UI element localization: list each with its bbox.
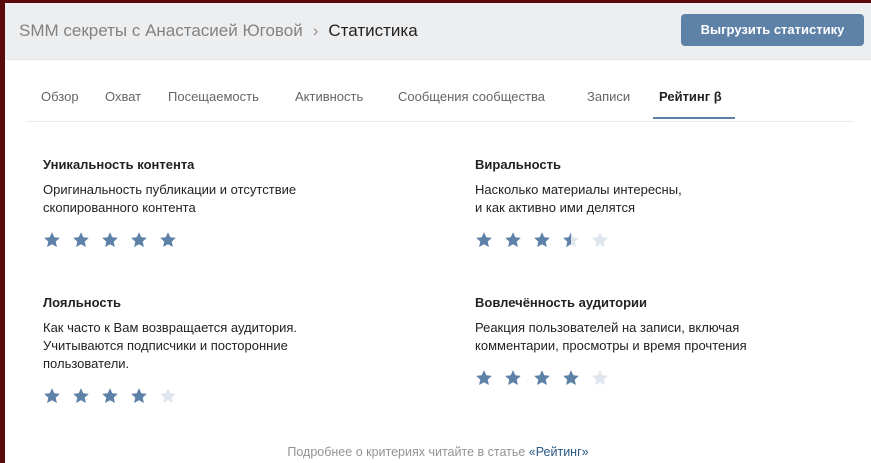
rating-title: Лояльность xyxy=(43,295,121,310)
footer-text: Подробнее о критериях читайте в статье xyxy=(287,445,529,459)
star-icon xyxy=(73,388,89,403)
tab-overview[interactable]: Обзор xyxy=(41,89,79,105)
star-icon xyxy=(476,232,492,247)
rating-loyalty: Лояльность Как часто к Вам возвращается … xyxy=(43,295,423,373)
breadcrumb-current: Статистика xyxy=(328,21,418,40)
star-icon xyxy=(592,370,608,385)
page-header: SMM секреты с Анастасией Юговой › Статисти… xyxy=(5,3,871,60)
star-icon xyxy=(592,232,608,247)
star-icon xyxy=(73,232,89,247)
rating-title: Уникальность контента xyxy=(43,157,195,172)
star-icon xyxy=(102,232,118,247)
star-icon xyxy=(505,232,521,247)
star-icon xyxy=(534,370,550,385)
tab-rating[interactable]: Рейтинг β xyxy=(659,89,722,105)
rating-virality: Виральность Насколько материалы интересн… xyxy=(475,157,855,217)
star-icon xyxy=(534,232,550,247)
tab-bar: Обзор Охват Посещаемость Активность Сооб… xyxy=(27,59,853,122)
star-icon xyxy=(505,370,521,385)
rating-description: Как часто к Вам возвращается аудитория. … xyxy=(43,320,298,371)
star-icon xyxy=(160,388,176,403)
tab-posts[interactable]: Записи xyxy=(587,89,630,105)
star-icon xyxy=(102,388,118,403)
rating-title: Виральность xyxy=(475,157,562,172)
rating-description: Реакция пользователей на записи, включая… xyxy=(475,320,747,353)
rating-title: Вовлечённость аудитории xyxy=(475,295,648,310)
stats-page: SMM секреты с Анастасией Юговой › Статисти… xyxy=(5,3,871,463)
tab-community-messages[interactable]: Сообщения сообщества xyxy=(398,89,545,105)
tab-attendance[interactable]: Посещаемость xyxy=(168,89,259,105)
rating-description: Насколько материалы интересны, и как акт… xyxy=(475,182,682,215)
star-icon xyxy=(131,232,147,247)
star-icon xyxy=(563,370,579,385)
star-icon xyxy=(44,232,60,247)
rating-article-link[interactable]: «Рейтинг» xyxy=(529,445,589,459)
rating-description: Оригинальность публикации и отсутствие с… xyxy=(43,182,297,215)
rating-engagement: Вовлечённость аудитории Реакция пользова… xyxy=(475,295,855,355)
star-icon xyxy=(476,370,492,385)
star-icon xyxy=(160,232,176,247)
star-icon xyxy=(563,232,579,247)
breadcrumb-separator-icon: › xyxy=(312,21,319,40)
footer-note: Подробнее о критериях читайте в статье «… xyxy=(5,445,871,459)
tab-reach[interactable]: Охват xyxy=(105,89,141,105)
active-tab-indicator xyxy=(653,117,735,119)
breadcrumb: SMM секреты с Анастасией Юговой › Статисти… xyxy=(19,21,418,41)
export-statistics-button[interactable]: Выгрузить статистику xyxy=(681,14,864,46)
star-icon xyxy=(131,388,147,403)
tab-activity[interactable]: Активность xyxy=(295,89,363,105)
rating-content-uniqueness: Уникальность контента Оригинальность пуб… xyxy=(43,157,423,217)
star-icon xyxy=(44,388,60,403)
breadcrumb-community-link[interactable]: SMM секреты с Анастасией Юговой xyxy=(19,21,303,40)
